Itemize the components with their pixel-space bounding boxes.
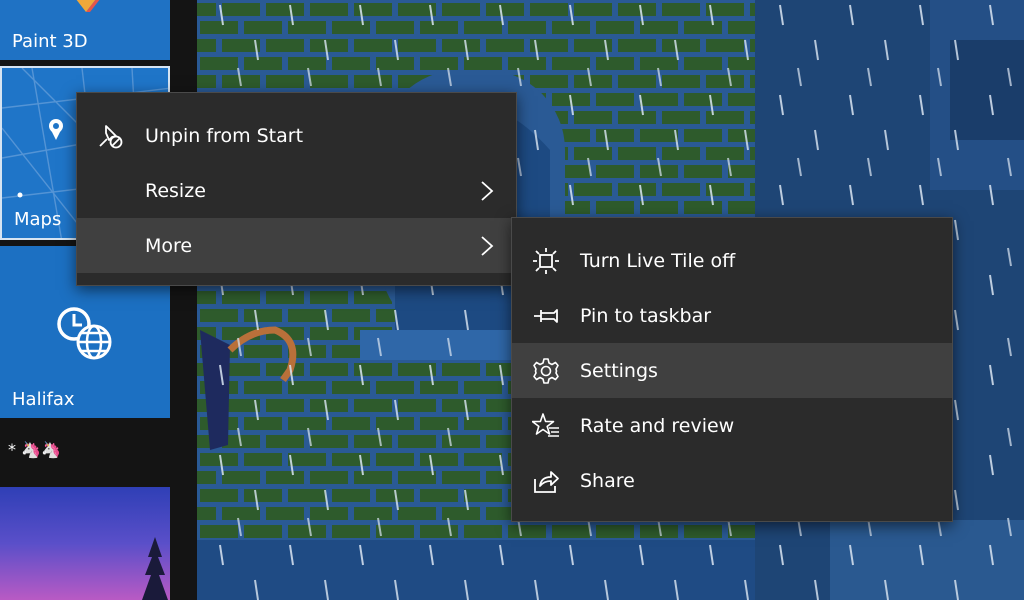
menu-item-label: Settings [580, 359, 658, 382]
tile-photo[interactable] [0, 487, 170, 600]
menu-item-label: Share [580, 469, 635, 492]
menu-item-label: Rate and review [580, 414, 735, 437]
tile-label: Halifax [12, 389, 75, 410]
tile-paint-3d[interactable]: Paint 3D [0, 0, 170, 60]
chevron-right-icon [481, 236, 494, 256]
menu-item-turn-live-tile-off[interactable]: Turn Live Tile off [512, 233, 952, 288]
menu-item-label: Pin to taskbar [580, 304, 712, 327]
menu-item-more[interactable]: More [77, 218, 516, 273]
unpin-icon [99, 125, 123, 149]
share-icon [534, 471, 559, 493]
star-icon [532, 413, 559, 437]
tile-label: Paint 3D [12, 31, 88, 52]
tile-label: Maps [14, 209, 62, 230]
menu-item-label: Turn Live Tile off [580, 249, 736, 272]
menu-item-rate-and-review[interactable]: Rate and review [512, 398, 952, 453]
world-clock-icon [57, 307, 112, 360]
menu-item-label: Unpin from Start [145, 124, 304, 147]
chevron-right-icon [481, 181, 494, 201]
menu-item-label: More [145, 234, 193, 257]
menu-item-resize[interactable]: Resize [77, 163, 516, 218]
pin-icon [534, 309, 558, 323]
tile-group-title[interactable]: * 🦄🦄 [8, 440, 61, 459]
tile-context-menu: Unpin from Start Resize More [76, 92, 517, 286]
live-tile-icon [533, 248, 559, 274]
menu-item-unpin-from-start[interactable]: Unpin from Start [77, 108, 516, 163]
tree-silhouette-icon [142, 537, 168, 600]
gear-icon [533, 358, 559, 384]
menu-item-pin-to-taskbar[interactable]: Pin to taskbar [512, 288, 952, 343]
menu-item-share[interactable]: Share [512, 453, 952, 508]
menu-item-settings[interactable]: Settings [512, 343, 952, 398]
more-submenu: Turn Live Tile off Pin to taskbar Settin… [511, 217, 953, 522]
paint-3d-icon [76, 0, 100, 12]
menu-item-label: Resize [145, 179, 206, 202]
